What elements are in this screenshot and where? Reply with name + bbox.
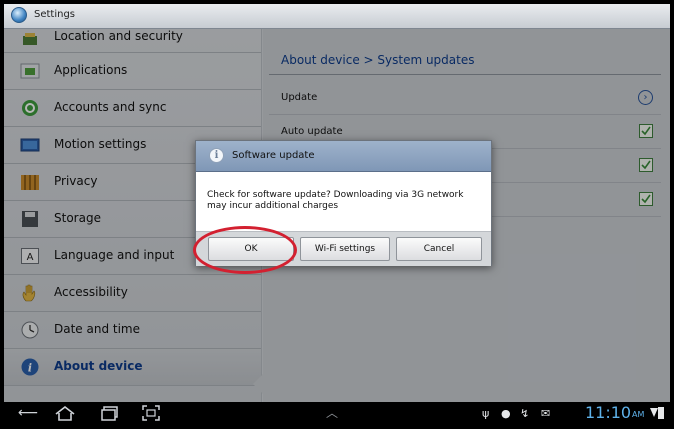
title-bar: Settings (4, 4, 670, 29)
app-title: Settings (34, 9, 76, 20)
clock-time: 11:10 (585, 403, 632, 422)
wifi-icon (650, 408, 658, 417)
info-icon: i (209, 148, 224, 163)
screenshot-icon[interactable] (142, 405, 160, 421)
highlight-annotation (193, 226, 297, 274)
battery-icon (658, 407, 664, 419)
screen: Settings Location and security Applicati… (4, 4, 670, 425)
dialog-message: Check for software update? Downloading v… (207, 190, 464, 211)
back-icon[interactable]: ⟵ (18, 406, 38, 420)
sync-icon: ↯ (520, 407, 530, 420)
dialog-title: Software update (232, 150, 315, 161)
clock-ampm: AM (632, 410, 645, 419)
usb-icon: ψ (482, 407, 490, 420)
system-bar: ⟵ ︿ ψ ● ↯ ✉ 11:10 AM (4, 402, 670, 425)
home-icon[interactable] (54, 405, 76, 421)
notification-icon: ● (501, 407, 511, 420)
settings-app-icon (11, 7, 27, 23)
recent-apps-icon[interactable] (100, 405, 120, 421)
cancel-button[interactable]: Cancel (396, 237, 482, 261)
chevron-up-icon[interactable]: ︿ (326, 404, 338, 421)
mail-icon: ✉ (541, 407, 551, 420)
wifi-settings-button[interactable]: Wi-Fi settings (300, 237, 390, 261)
dialog-header: i Software update (196, 141, 491, 172)
